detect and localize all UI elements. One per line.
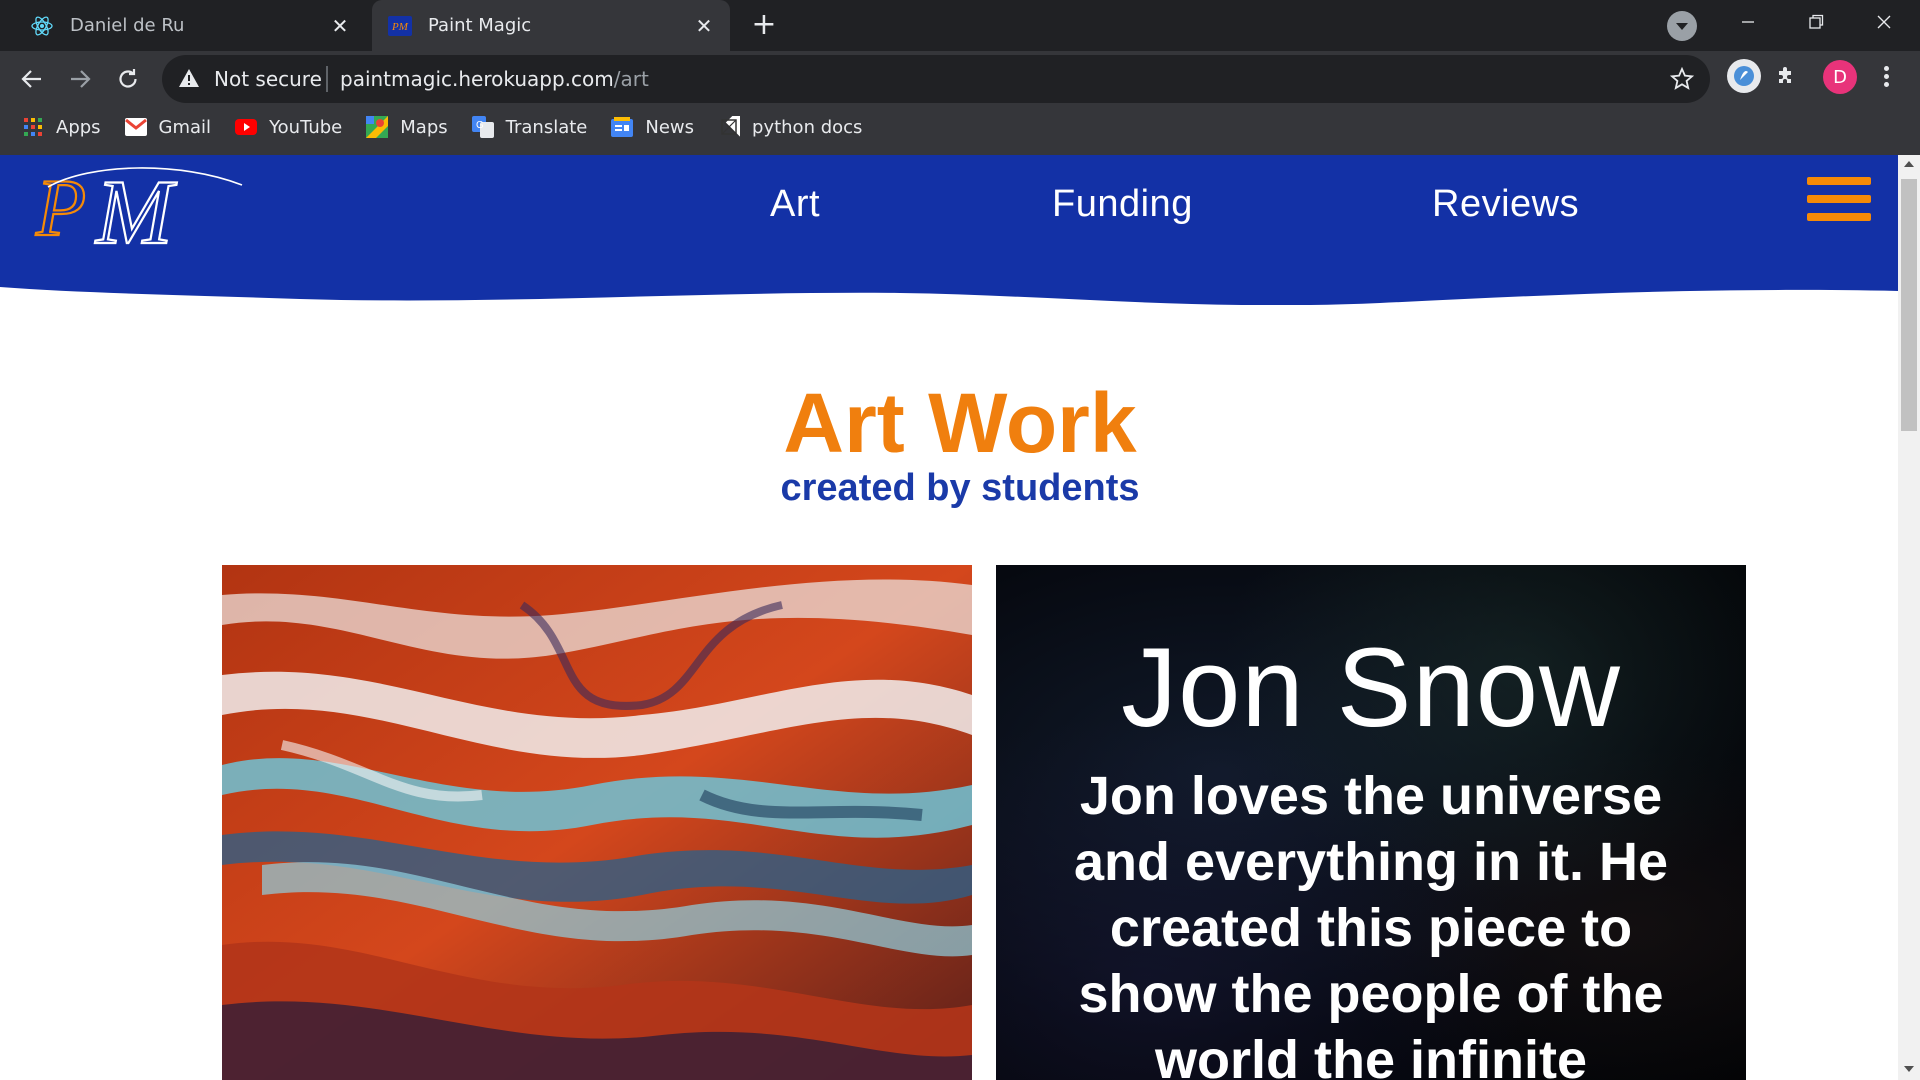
- close-tab-icon[interactable]: ✕: [690, 12, 718, 40]
- tab-daniel-de-ru[interactable]: Daniel de Ru ✕: [14, 0, 366, 51]
- header-wave-background: [0, 155, 1898, 305]
- nav-link-art[interactable]: Art: [770, 183, 820, 226]
- back-arrow-icon[interactable]: [14, 61, 50, 97]
- bookmark-gmail[interactable]: Gmail: [124, 116, 212, 138]
- page-scrollbar[interactable]: [1898, 155, 1920, 1080]
- restore-icon[interactable]: [1784, 0, 1848, 44]
- minimize-icon[interactable]: [1716, 0, 1780, 44]
- bookmark-label: Gmail: [158, 116, 212, 138]
- svg-text:G: G: [476, 120, 484, 131]
- svg-text:M: M: [94, 163, 177, 253]
- svg-text:PM: PM: [391, 21, 409, 33]
- bookmark-translate[interactable]: G Translate: [471, 116, 588, 138]
- bookmark-python-docs[interactable]: python docs: [718, 116, 862, 138]
- profile-avatar[interactable]: D: [1823, 60, 1857, 94]
- tab-search-icon[interactable]: [1667, 11, 1697, 41]
- bookmark-youtube[interactable]: YouTube: [235, 116, 342, 138]
- url-host: paintmagic.herokuapp.com: [340, 67, 614, 91]
- tab-title: Daniel de Ru: [70, 15, 185, 36]
- scroll-down-arrow-icon[interactable]: [1904, 1066, 1914, 1072]
- tab-title: Paint Magic: [428, 15, 532, 36]
- python-docs-icon: [718, 116, 741, 138]
- tab-paint-magic[interactable]: PM Paint Magic ✕: [372, 0, 730, 51]
- security-status[interactable]: Not secure: [214, 67, 322, 91]
- nav-link-reviews[interactable]: Reviews: [1432, 183, 1579, 226]
- paint-magic-favicon: PM: [388, 14, 412, 38]
- page-title: Art Work: [783, 376, 1137, 470]
- translate-icon: G: [471, 116, 494, 138]
- bookmark-label: Maps: [400, 116, 448, 138]
- site-header: P M Art Funding Reviews: [0, 155, 1898, 305]
- bookmark-label: Apps: [56, 116, 101, 138]
- forward-arrow-icon[interactable]: [62, 61, 98, 97]
- bookmark-label: python docs: [752, 116, 863, 138]
- maps-icon: [366, 116, 389, 138]
- address-bar[interactable]: Not secure paintmagic.herokuapp.com/art: [162, 55, 1710, 103]
- gmail-icon: [124, 116, 147, 138]
- warning-icon[interactable]: [178, 67, 200, 93]
- browser-toolbar: Not secure paintmagic.herokuapp.com/art …: [0, 51, 1920, 155]
- pm-logo[interactable]: P M: [30, 163, 250, 253]
- bookmark-label: YouTube: [269, 116, 343, 138]
- bookmark-apps[interactable]: Apps: [22, 116, 101, 138]
- svg-text:P: P: [35, 163, 86, 253]
- scrollbar-thumb[interactable]: [1901, 179, 1917, 431]
- hamburger-menu-icon[interactable]: [1807, 177, 1871, 235]
- bookmark-news[interactable]: News: [611, 116, 694, 138]
- url-path: /art: [613, 67, 649, 91]
- close-tab-icon[interactable]: ✕: [326, 12, 354, 40]
- divider: [326, 66, 328, 92]
- artwork-image: [222, 565, 972, 1080]
- youtube-icon: [235, 116, 258, 138]
- reload-icon[interactable]: [110, 61, 146, 97]
- url-text[interactable]: paintmagic.herokuapp.com/art: [340, 67, 649, 91]
- news-icon: [611, 116, 634, 138]
- more-menu-icon[interactable]: [1876, 63, 1896, 89]
- apps-grid-icon: [22, 116, 44, 138]
- artist-name: Jon Snow: [1121, 625, 1621, 750]
- new-tab-button[interactable]: +: [748, 10, 780, 42]
- bookmark-label: News: [645, 116, 695, 138]
- extension-icon[interactable]: [1727, 59, 1761, 93]
- bookmark-label: Translate: [505, 116, 588, 138]
- react-icon: [30, 14, 54, 38]
- page-viewport: P M Art Funding Reviews Art Work created…: [0, 155, 1898, 1080]
- nav-link-funding[interactable]: Funding: [1052, 183, 1193, 226]
- bookmark-maps[interactable]: Maps: [366, 116, 448, 138]
- bookmarks-bar: Apps Gmail YouTube Maps G Translate News…: [0, 109, 864, 145]
- artist-card: Jon Snow Jon loves the universe and ever…: [996, 565, 1746, 1080]
- artist-bio: Jon loves the universe and everything in…: [1073, 766, 1669, 1080]
- bookmark-star-icon[interactable]: [1669, 66, 1695, 95]
- window-close-icon[interactable]: [1852, 0, 1916, 44]
- scroll-up-arrow-icon[interactable]: [1904, 161, 1914, 167]
- tab-strip: Daniel de Ru ✕ PM Paint Magic ✕ +: [0, 0, 1920, 51]
- page-subtitle: created by students: [780, 467, 1140, 509]
- extensions-puzzle-icon[interactable]: [1775, 63, 1799, 91]
